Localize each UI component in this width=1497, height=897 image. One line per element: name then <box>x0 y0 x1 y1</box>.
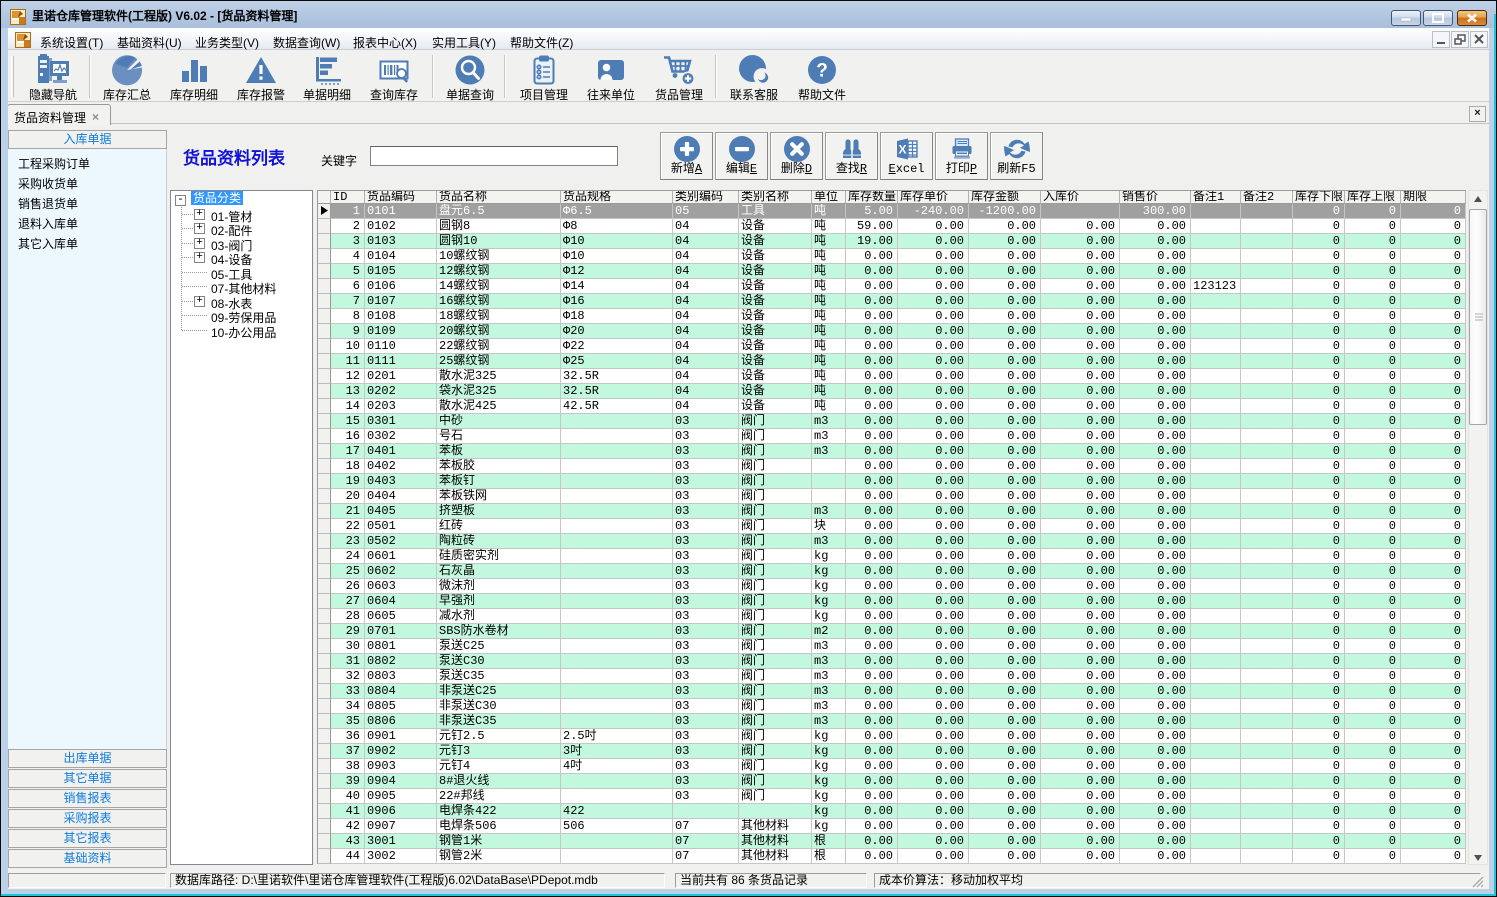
svg-text:X: X <box>898 143 906 157</box>
svg-text:?: ? <box>816 61 828 82</box>
